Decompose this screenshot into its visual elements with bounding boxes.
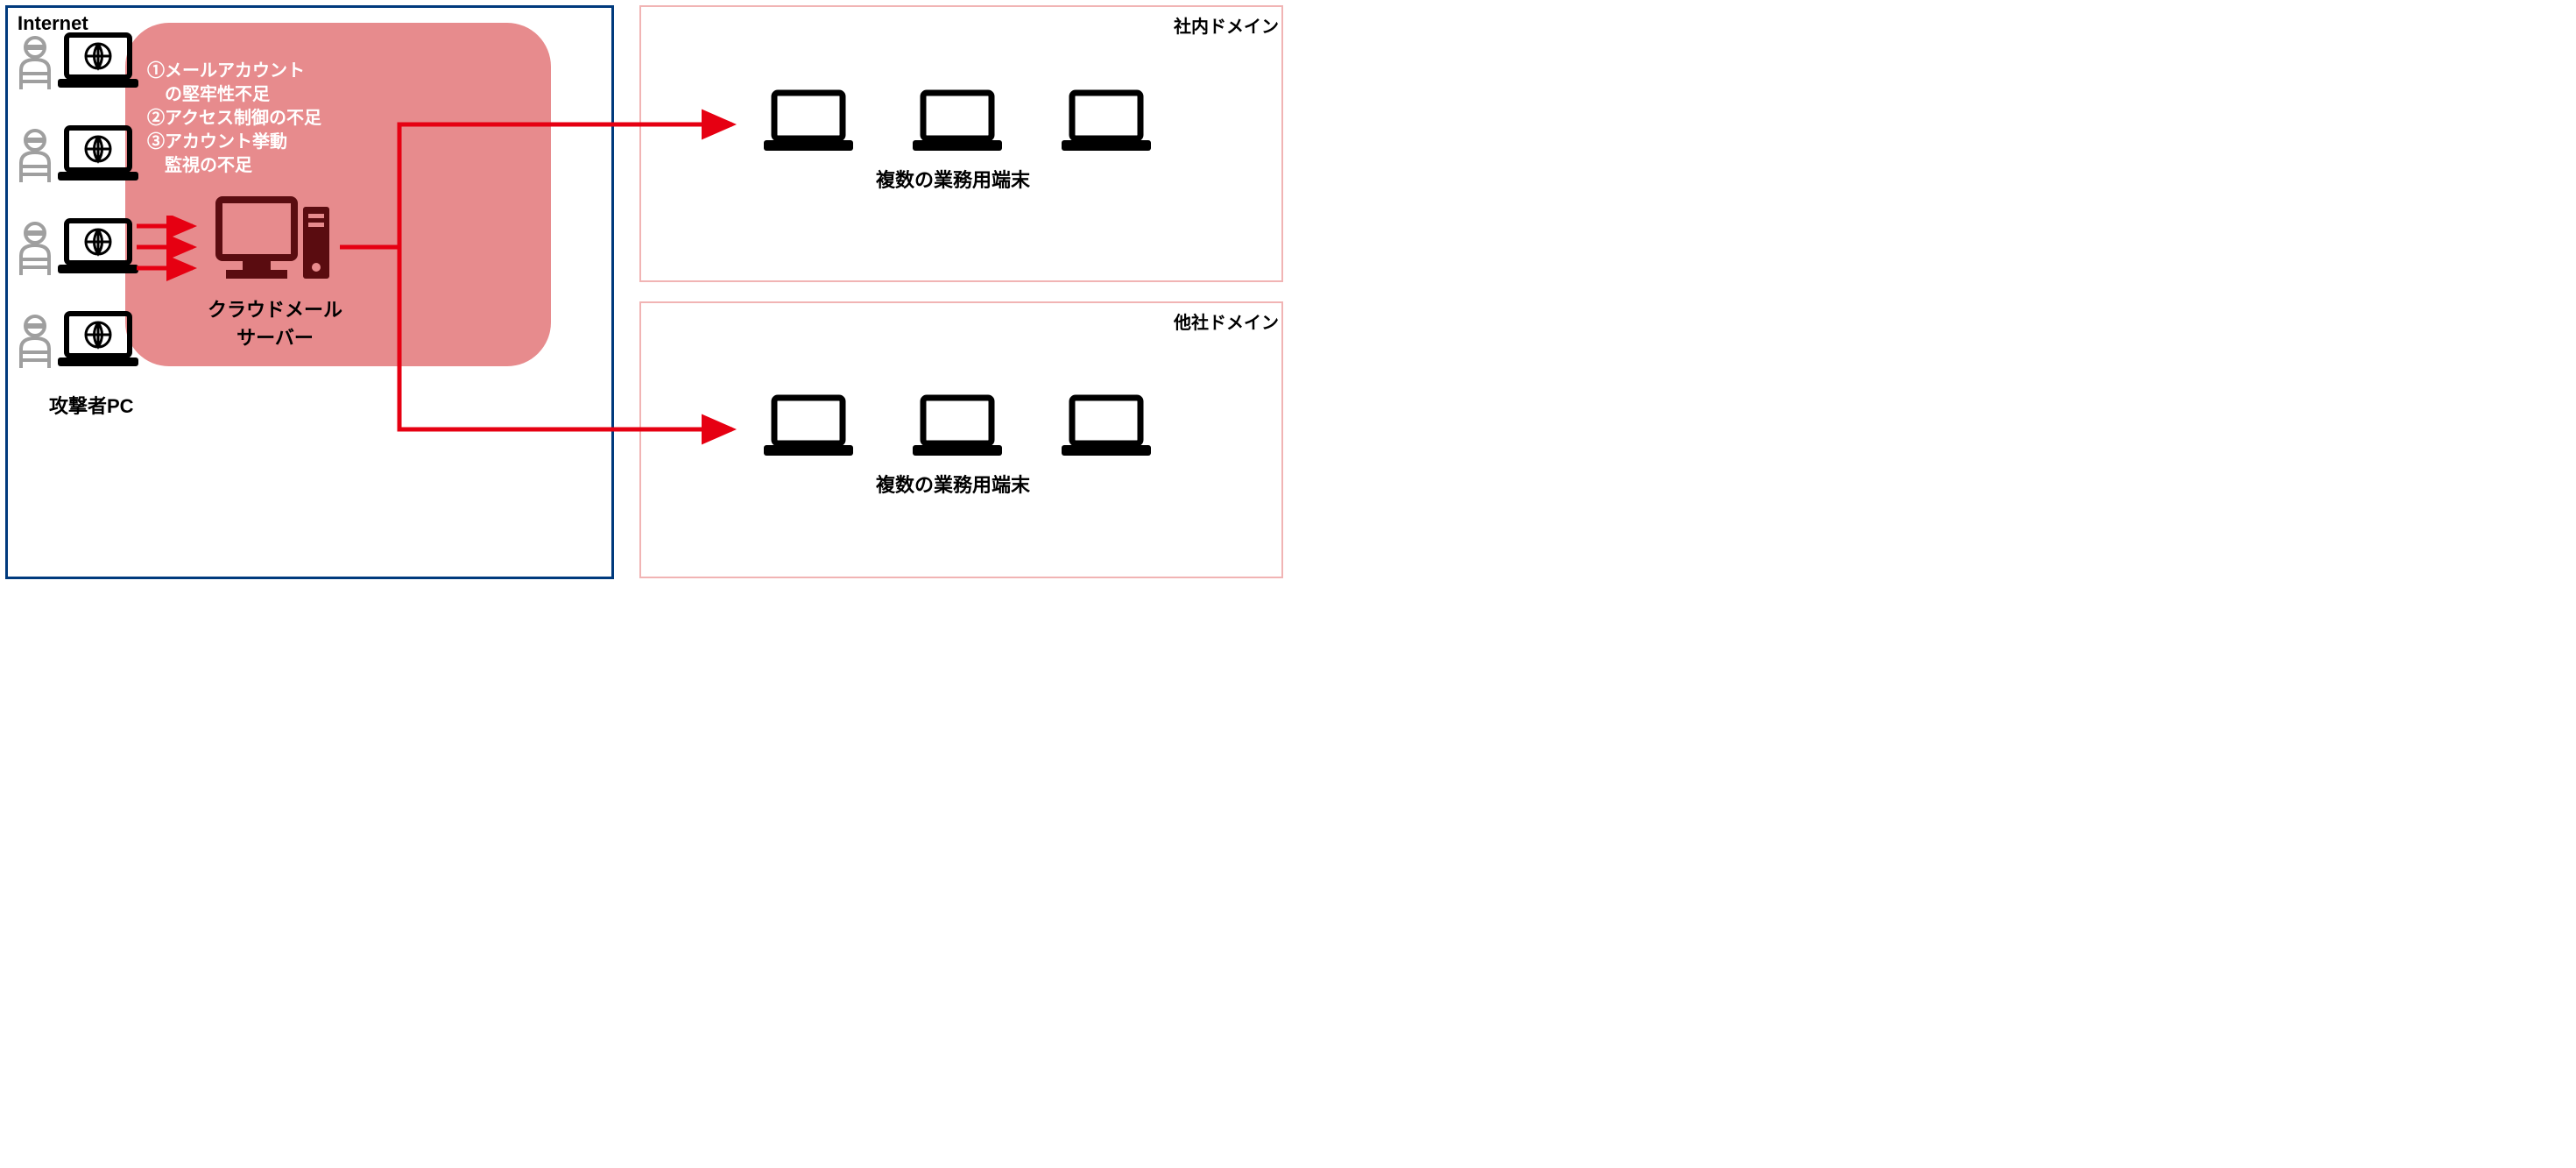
attack-arrows (137, 216, 207, 286)
laptop-icon (54, 124, 142, 186)
laptop-icon (909, 88, 1006, 156)
flow-arrows (340, 79, 760, 517)
issue-line-2: の堅牢性不足 (147, 83, 270, 107)
laptop-icon (54, 32, 142, 93)
diagram-root: Internet 社内ドメイン 他社ドメイン ①メールアカウント の堅牢性不足 … (0, 0, 1288, 584)
laptop-icon (760, 88, 857, 156)
laptop-icon (54, 310, 142, 372)
laptop-icon (54, 217, 142, 279)
zone-external-label: 他社ドメイン (1174, 308, 1279, 334)
zone-internal-label: 社内ドメイン (1174, 12, 1279, 38)
internal-terminals-label: 複数の業務用端末 (876, 165, 1030, 193)
laptop-icon (1058, 88, 1154, 156)
server-icon (214, 195, 336, 291)
issue-line-5: 監視の不足 (147, 154, 252, 178)
issue-line-1: ①メールアカウント (147, 60, 305, 83)
attacker-label: 攻撃者PC (49, 391, 134, 419)
issue-line-3: ②アクセス制御の不足 (147, 107, 321, 131)
laptop-icon (909, 393, 1006, 461)
issue-line-4: ③アカウント挙動 (147, 131, 287, 154)
laptop-icon (760, 393, 857, 461)
laptop-icon (1058, 393, 1154, 461)
external-terminals-label: 複数の業務用端末 (876, 470, 1030, 498)
